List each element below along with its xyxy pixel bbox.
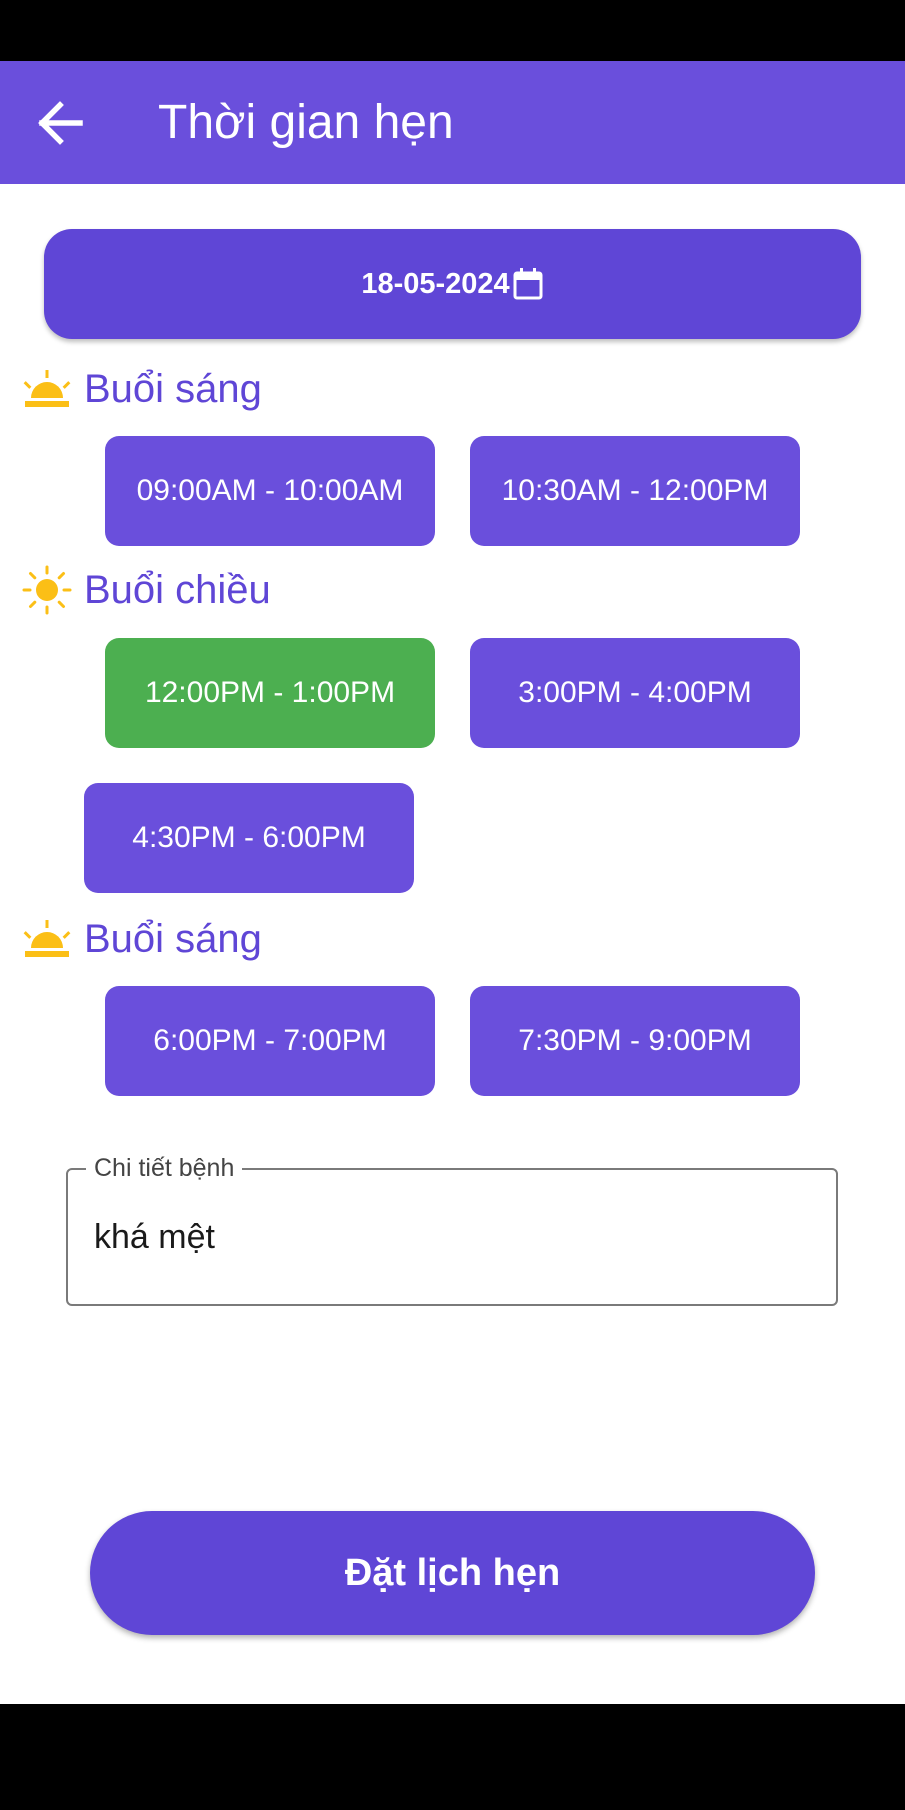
section-afternoon-header: Buổi chiều [22, 560, 271, 620]
time-slot-label: 7:30PM - 9:00PM [518, 1024, 752, 1057]
time-slot-button[interactable]: 09:00AM - 10:00AM [105, 436, 435, 546]
time-slot-label: 3:00PM - 4:00PM [518, 676, 752, 709]
arrow-back-icon [38, 101, 83, 145]
sun-icon [22, 565, 72, 615]
time-slot-label: 4:30PM - 6:00PM [132, 821, 366, 854]
details-field[interactable]: Chi tiết bệnh khá mệt [66, 1154, 838, 1306]
book-appointment-button[interactable]: Đặt lịch hẹn [90, 1511, 815, 1635]
section-label: Buổi chiều [84, 567, 271, 612]
details-field-value[interactable]: khá mệt [94, 1170, 215, 1304]
time-slot-button-selected[interactable]: 12:00PM - 1:00PM [105, 638, 435, 748]
section-evening-header: Buổi sáng [22, 909, 262, 969]
back-button[interactable] [30, 93, 94, 153]
selected-date: 18-05-2024 [361, 267, 510, 300]
time-slot-label: 09:00AM - 10:00AM [136, 474, 404, 507]
section-morning-header: Buổi sáng [22, 359, 262, 419]
navigation-bar [0, 1704, 905, 1810]
calendar-icon [513, 268, 543, 300]
page-title: Thời gian hẹn [158, 96, 454, 149]
sunrise-icon [23, 370, 71, 407]
time-slot-label: 12:00PM - 1:00PM [144, 676, 396, 709]
time-slot-button[interactable]: 7:30PM - 9:00PM [470, 986, 800, 1096]
time-slot-button[interactable]: 3:00PM - 4:00PM [470, 638, 800, 748]
section-label: Buổi sáng [84, 916, 262, 961]
time-slot-label: 6:00PM - 7:00PM [153, 1024, 387, 1057]
time-slot-label: 10:30AM - 12:00PM [501, 474, 769, 507]
date-picker-button[interactable]: 18-05-2024 [44, 229, 861, 339]
status-bar [0, 0, 905, 61]
time-slot-button[interactable]: 4:30PM - 6:00PM [84, 783, 414, 893]
sunrise-icon [23, 920, 71, 957]
content-area: 18-05-2024 Buổi sáng 09:00AM - 10:00AM 1… [0, 184, 905, 1704]
time-slot-button[interactable]: 6:00PM - 7:00PM [105, 986, 435, 1096]
app-bar: Thời gian hẹn [0, 61, 905, 184]
time-slot-button[interactable]: 10:30AM - 12:00PM [470, 436, 800, 546]
section-label: Buổi sáng [84, 366, 262, 411]
book-appointment-label: Đặt lịch hẹn [344, 1551, 561, 1594]
